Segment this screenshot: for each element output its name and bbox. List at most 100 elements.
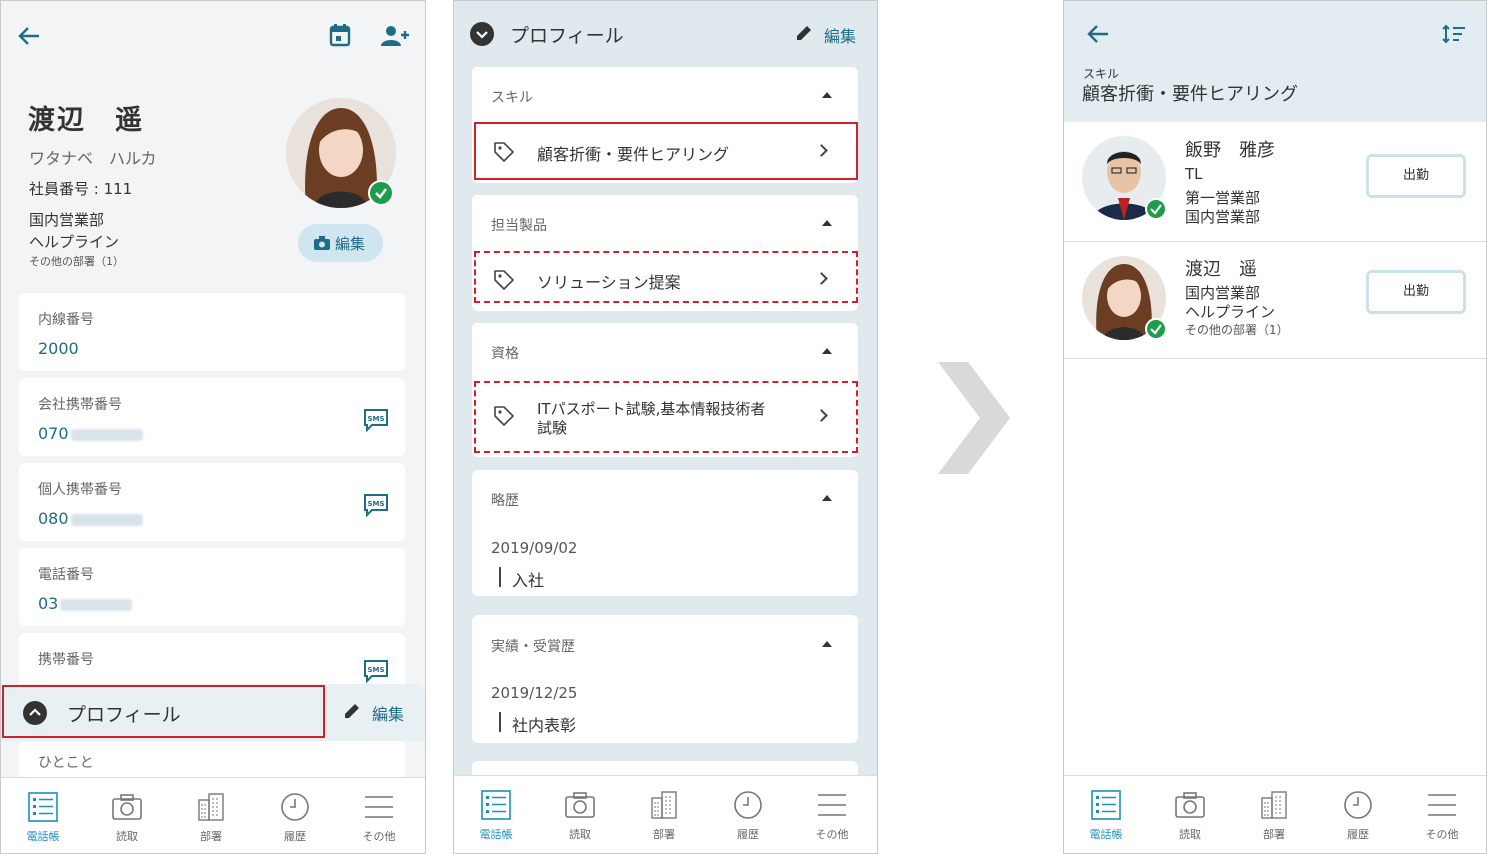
profile-edit-button[interactable]: 編集 (372, 701, 404, 725)
person-name: 渡辺 遥 (28, 105, 144, 136)
nav-label: 読取 (1179, 828, 1201, 841)
nav-label: 読取 (569, 828, 591, 841)
collapse-icon[interactable] (822, 92, 832, 98)
pencil-icon (797, 26, 811, 40)
field-label: 携帯番号 (38, 652, 94, 668)
attendance-button[interactable]: 出勤 (1366, 154, 1466, 198)
field-card-personal-mobile[interactable]: 個人携帯番号 080 SMS (19, 463, 405, 541)
career-date: 2019/09/02 (491, 539, 578, 557)
field-value: 2000 (38, 339, 79, 358)
collapse-icon[interactable] (822, 495, 832, 501)
nav-department[interactable]: 部署 (622, 776, 706, 853)
section-title: 略歴 (491, 493, 519, 509)
field-label: 電話番号 (38, 567, 94, 583)
nav-label: 部署 (200, 830, 222, 843)
phonebook-icon (28, 792, 58, 822)
field-card-extension[interactable]: 内線番号 2000 (19, 293, 405, 371)
nav-label: 履歴 (284, 830, 306, 843)
edit-photo-button[interactable]: 編集 (298, 224, 383, 262)
status-available-icon (368, 180, 394, 206)
field-value: 03 (38, 594, 133, 613)
other-departments-link[interactable]: その他の部署（1） (29, 253, 124, 269)
sms-icon[interactable]: SMS (363, 408, 389, 432)
person-line2: ヘルプライン (1185, 303, 1276, 321)
nav-department[interactable]: 部署 (1232, 776, 1316, 853)
sms-icon[interactable]: SMS (363, 493, 389, 517)
person-kana: ワタナベ ハルカ (29, 149, 157, 168)
nav-department[interactable]: 部署 (169, 778, 253, 853)
field-card-company-mobile[interactable]: 会社携帯番号 070 SMS (19, 378, 405, 456)
collapse-icon[interactable] (822, 641, 832, 647)
header-title: 顧客折衝・要件ヒアリング (1082, 84, 1298, 105)
nav-label: その他 (815, 828, 849, 841)
collapse-icon[interactable] (822, 220, 832, 226)
top-bar (1, 1, 425, 71)
nav-phonebook[interactable]: 電話帳 (1, 778, 85, 853)
phonebook-icon (481, 790, 511, 820)
nav-other[interactable]: その他 (1400, 776, 1484, 853)
blurred-digits (60, 598, 133, 611)
phonebook-icon (1091, 790, 1121, 820)
list-item[interactable]: 飯野 雅彦 TL 第一営業部 国内営業部 出勤 (1064, 122, 1486, 242)
nav-scan[interactable]: 読取 (1148, 776, 1232, 853)
collapse-icon[interactable] (822, 348, 832, 354)
camera-icon (112, 794, 142, 820)
attendance-button[interactable]: 出勤 (1366, 270, 1466, 314)
results-header: スキル 顧客折衝・要件ヒアリング (1064, 1, 1486, 122)
nav-label: 電話帳 (479, 828, 513, 841)
chevron-down-icon (470, 22, 494, 46)
profile-edit-button[interactable]: 編集 (824, 23, 856, 47)
highlight-box-dashed (474, 381, 858, 453)
back-arrow-icon[interactable] (1086, 23, 1110, 45)
nav-history[interactable]: 履歴 (1316, 776, 1400, 853)
employee-number: 社員番号 : 111 (29, 180, 133, 198)
department-name: 国内営業部 (29, 211, 105, 229)
field-card-phone[interactable]: 電話番号 03 (19, 548, 405, 626)
list-item[interactable]: 渡辺 遥 国内営業部 ヘルプライン その他の部署（1） 出勤 (1064, 242, 1486, 359)
nav-history[interactable]: 履歴 (253, 778, 337, 853)
profile-title: プロフィール (510, 25, 624, 47)
nav-other[interactable]: その他 (790, 776, 874, 853)
sms-icon[interactable]: SMS (363, 659, 389, 683)
highlight-box-dashed (474, 251, 858, 303)
nav-label: 部署 (1263, 828, 1285, 841)
person-line1: TL (1185, 165, 1203, 183)
nav-scan[interactable]: 読取 (85, 778, 169, 853)
person-line3: その他の部署（1） (1185, 323, 1289, 337)
sub-department-name: ヘルプライン (29, 233, 120, 251)
back-arrow-icon[interactable] (17, 25, 41, 47)
person-line1: 国内営業部 (1185, 284, 1261, 302)
bottom-navigation: 電話帳 読取 部署 履歴 その他 (454, 775, 877, 853)
nav-phonebook[interactable]: 電話帳 (454, 776, 538, 853)
field-value: 070 (38, 424, 143, 443)
award-text: 社内表彰 (512, 716, 577, 735)
nav-history[interactable]: 履歴 (706, 776, 790, 853)
menu-icon (365, 796, 393, 818)
camera-icon (565, 792, 595, 818)
transition-arrow-icon (938, 362, 1010, 474)
timeline-bar (499, 567, 501, 587)
calendar-icon[interactable] (329, 23, 351, 47)
clock-icon (281, 793, 309, 821)
nav-label: その他 (1425, 828, 1459, 841)
field-value: 080 (38, 509, 143, 528)
section-title: 資格 (491, 346, 519, 362)
edit-photo-label: 編集 (335, 235, 366, 253)
svg-text:SMS: SMS (367, 415, 384, 423)
section-title: スキル (491, 90, 533, 106)
nav-phonebook[interactable]: 電話帳 (1064, 776, 1148, 853)
highlight-box (2, 685, 325, 738)
nav-label: その他 (362, 830, 396, 843)
field-label: ひとこと (38, 755, 94, 771)
building-icon (198, 793, 224, 821)
nav-scan[interactable]: 読取 (538, 776, 622, 853)
profile-header[interactable]: プロフィール 編集 (454, 1, 877, 67)
sort-icon[interactable] (1442, 24, 1466, 44)
menu-icon (818, 794, 846, 816)
add-contact-icon[interactable] (381, 25, 411, 47)
nav-label: 履歴 (737, 828, 759, 841)
nav-other[interactable]: その他 (337, 778, 421, 853)
section-career: 略歴 2019/09/02 入社 (472, 470, 858, 596)
svg-text:SMS: SMS (367, 500, 384, 508)
blurred-digits (70, 428, 143, 441)
